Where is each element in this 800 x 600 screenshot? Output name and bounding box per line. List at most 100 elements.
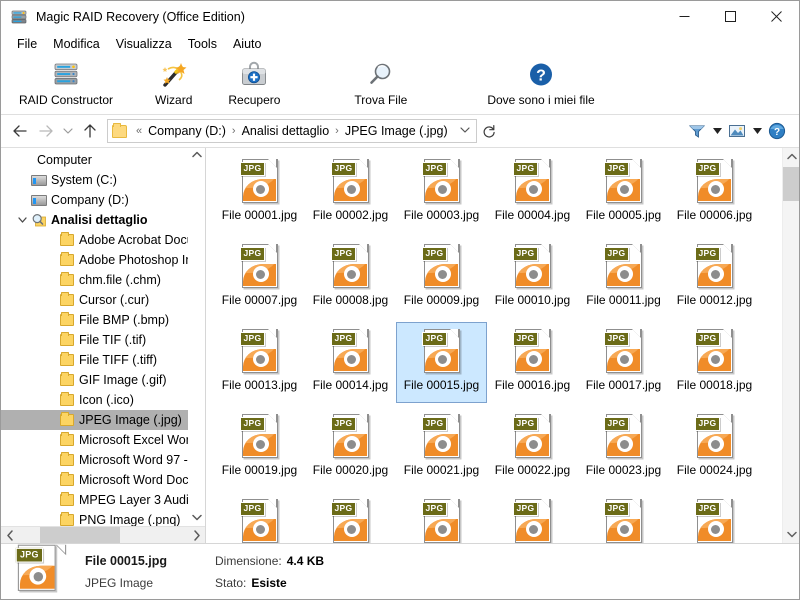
scrollbar-track[interactable] bbox=[18, 526, 188, 543]
folder-tree[interactable]: Computer System (C:) Company (D:) Analisi d… bbox=[1, 148, 205, 526]
breadcrumb-overflow[interactable]: « bbox=[132, 125, 146, 137]
file-item[interactable]: JPG File 00011.jpg bbox=[578, 237, 669, 318]
tree-item[interactable]: File BMP (.bmp) bbox=[1, 310, 205, 330]
file-item[interactable]: JPG File 00013.jpg bbox=[214, 322, 305, 403]
tree-item[interactable]: MPEG Layer 3 Audio F bbox=[1, 490, 205, 510]
sidebar-horizontal-scrollbar[interactable] bbox=[1, 526, 205, 543]
question-circle-icon[interactable]: ? bbox=[765, 119, 789, 143]
file-item[interactable]: JPG File 00017.jpg bbox=[578, 322, 669, 403]
file-item[interactable]: JPG bbox=[305, 492, 396, 543]
file-item[interactable]: JPG File 00002.jpg bbox=[305, 152, 396, 233]
search-folder-icon bbox=[30, 213, 48, 228]
jpg-badge: JPG bbox=[421, 247, 448, 261]
breadcrumb-bar[interactable]: « Company (D:) › Analisi dettaglio › JPE… bbox=[107, 119, 477, 143]
forward-button[interactable] bbox=[33, 118, 59, 144]
menu-item-tools[interactable]: Tools bbox=[180, 35, 225, 53]
tree-item[interactable]: Icon (.ico) bbox=[1, 390, 205, 410]
chevron-down-icon[interactable] bbox=[783, 526, 799, 543]
file-item[interactable]: JPG File 00009.jpg bbox=[396, 237, 487, 318]
tree-item[interactable]: System (C:) bbox=[1, 170, 205, 190]
file-item[interactable]: JPG File 00020.jpg bbox=[305, 407, 396, 488]
refresh-button[interactable] bbox=[477, 119, 501, 143]
tree-item[interactable]: Microsoft Excel Works bbox=[1, 430, 205, 450]
file-grid-vertical-scrollbar[interactable] bbox=[782, 148, 799, 543]
file-item[interactable]: JPG File 00005.jpg bbox=[578, 152, 669, 233]
tree-item[interactable]: Company (D:) bbox=[1, 190, 205, 210]
scrollbar-thumb[interactable] bbox=[40, 526, 120, 543]
up-button[interactable] bbox=[77, 118, 103, 144]
menu-item-modifica[interactable]: Modifica bbox=[45, 35, 108, 53]
toolbar-button-trova-file[interactable]: Trova File bbox=[348, 59, 413, 113]
toolbar-button-recupero[interactable]: Recupero bbox=[222, 59, 286, 113]
tree-item-label: Microsoft Word Docur bbox=[79, 473, 200, 487]
chevron-down-icon[interactable] bbox=[460, 126, 474, 137]
history-dropdown-button[interactable] bbox=[59, 118, 77, 144]
chevron-right-icon[interactable] bbox=[188, 527, 205, 544]
tree-item[interactable]: Adobe Acrobat Docun bbox=[1, 230, 205, 250]
chevron-down-icon[interactable] bbox=[191, 513, 202, 524]
file-item[interactable]: JPG File 00016.jpg bbox=[487, 322, 578, 403]
close-button[interactable] bbox=[753, 1, 799, 32]
tree-item[interactable]: File TIF (.tif) bbox=[1, 330, 205, 350]
file-item[interactable]: JPG File 00006.jpg bbox=[669, 152, 760, 233]
chevron-left-icon[interactable] bbox=[1, 527, 18, 544]
file-item[interactable]: JPG File 00019.jpg bbox=[214, 407, 305, 488]
maximize-button[interactable] bbox=[707, 1, 753, 32]
scrollbar-thumb[interactable] bbox=[783, 167, 799, 201]
tree-item[interactable]: File TIFF (.tiff) bbox=[1, 350, 205, 370]
tree-item[interactable]: Microsoft Word Docur bbox=[1, 470, 205, 490]
file-item[interactable]: JPG File 00008.jpg bbox=[305, 237, 396, 318]
toolbar-button-wizard[interactable]: Wizard bbox=[149, 59, 198, 113]
sidebar-vertical-scrollbar[interactable] bbox=[188, 148, 205, 526]
file-item[interactable]: JPG File 00010.jpg bbox=[487, 237, 578, 318]
file-item[interactable]: JPG File 00012.jpg bbox=[669, 237, 760, 318]
preview-caret-down-icon[interactable] bbox=[750, 119, 764, 143]
tree-item[interactable]: Microsoft Word 97 - 2( bbox=[1, 450, 205, 470]
chevron-up-icon[interactable] bbox=[783, 148, 799, 165]
jpg-badge: JPG bbox=[330, 332, 357, 346]
tree-item[interactable]: chm.file (.chm) bbox=[1, 270, 205, 290]
menu-item-aiuto[interactable]: Aiuto bbox=[225, 35, 270, 53]
toolbar-button-raid-constructor[interactable]: RAID Constructor bbox=[13, 59, 119, 113]
tree-item[interactable]: Cursor (.cur) bbox=[1, 290, 205, 310]
tree-item[interactable]: Computer bbox=[1, 150, 205, 170]
file-item[interactable]: JPG File 00022.jpg bbox=[487, 407, 578, 488]
back-button[interactable] bbox=[7, 118, 33, 144]
folder-icon bbox=[58, 332, 76, 346]
file-item[interactable]: JPG bbox=[669, 492, 760, 543]
file-item[interactable]: JPG File 00001.jpg bbox=[214, 152, 305, 233]
tree-item[interactable]: JPEG Image (.jpg) bbox=[1, 410, 205, 430]
image-preview-icon[interactable] bbox=[725, 119, 749, 143]
file-item[interactable]: JPG File 00007.jpg bbox=[214, 237, 305, 318]
tree-item[interactable]: PNG Image (.pnq) bbox=[1, 510, 205, 526]
breadcrumb-item-1[interactable]: Analisi dettaglio bbox=[240, 124, 332, 138]
file-item[interactable]: JPG bbox=[396, 492, 487, 543]
file-item-selected[interactable]: JPG File 00015.jpg bbox=[396, 322, 487, 403]
minimize-button[interactable] bbox=[661, 1, 707, 32]
tree-item[interactable]: Adobe Photoshop Ima bbox=[1, 250, 205, 270]
file-item[interactable]: JPG File 00014.jpg bbox=[305, 322, 396, 403]
chevron-up-icon[interactable] bbox=[191, 150, 202, 161]
tree-item[interactable]: GIF Image (.gif) bbox=[1, 370, 205, 390]
breadcrumb-item-0[interactable]: Company (D:) bbox=[146, 124, 228, 138]
file-item[interactable]: JPG bbox=[214, 492, 305, 543]
menu-item-file[interactable]: File bbox=[9, 35, 45, 53]
toolbar-button-dove-sono-i-miei-file[interactable]: ? Dove sono i miei file bbox=[481, 59, 600, 113]
file-item[interactable]: JPG bbox=[578, 492, 669, 543]
chevron-down-icon[interactable] bbox=[15, 217, 30, 223]
funnel-filter-icon[interactable] bbox=[685, 119, 709, 143]
file-item[interactable]: JPG bbox=[487, 492, 578, 543]
file-item[interactable]: JPG File 00018.jpg bbox=[669, 322, 760, 403]
file-item[interactable]: JPG File 00004.jpg bbox=[487, 152, 578, 233]
jpg-badge: JPG bbox=[421, 502, 448, 516]
file-item[interactable]: JPG File 00024.jpg bbox=[669, 407, 760, 488]
file-grid[interactable]: JPG File 00001.jpg JPG File 00002.jpg JPG Fil… bbox=[206, 148, 782, 543]
menu-item-visualizza[interactable]: Visualizza bbox=[108, 35, 180, 53]
file-item[interactable]: JPG File 00021.jpg bbox=[396, 407, 487, 488]
tree-item[interactable]: Analisi dettaglio bbox=[1, 210, 205, 230]
file-item-label: File 00004.jpg bbox=[494, 208, 571, 222]
filter-caret-down-icon[interactable] bbox=[710, 119, 724, 143]
file-item[interactable]: JPG File 00023.jpg bbox=[578, 407, 669, 488]
file-item[interactable]: JPG File 00003.jpg bbox=[396, 152, 487, 233]
breadcrumb-item-2[interactable]: JPEG Image (.jpg) bbox=[343, 124, 450, 138]
